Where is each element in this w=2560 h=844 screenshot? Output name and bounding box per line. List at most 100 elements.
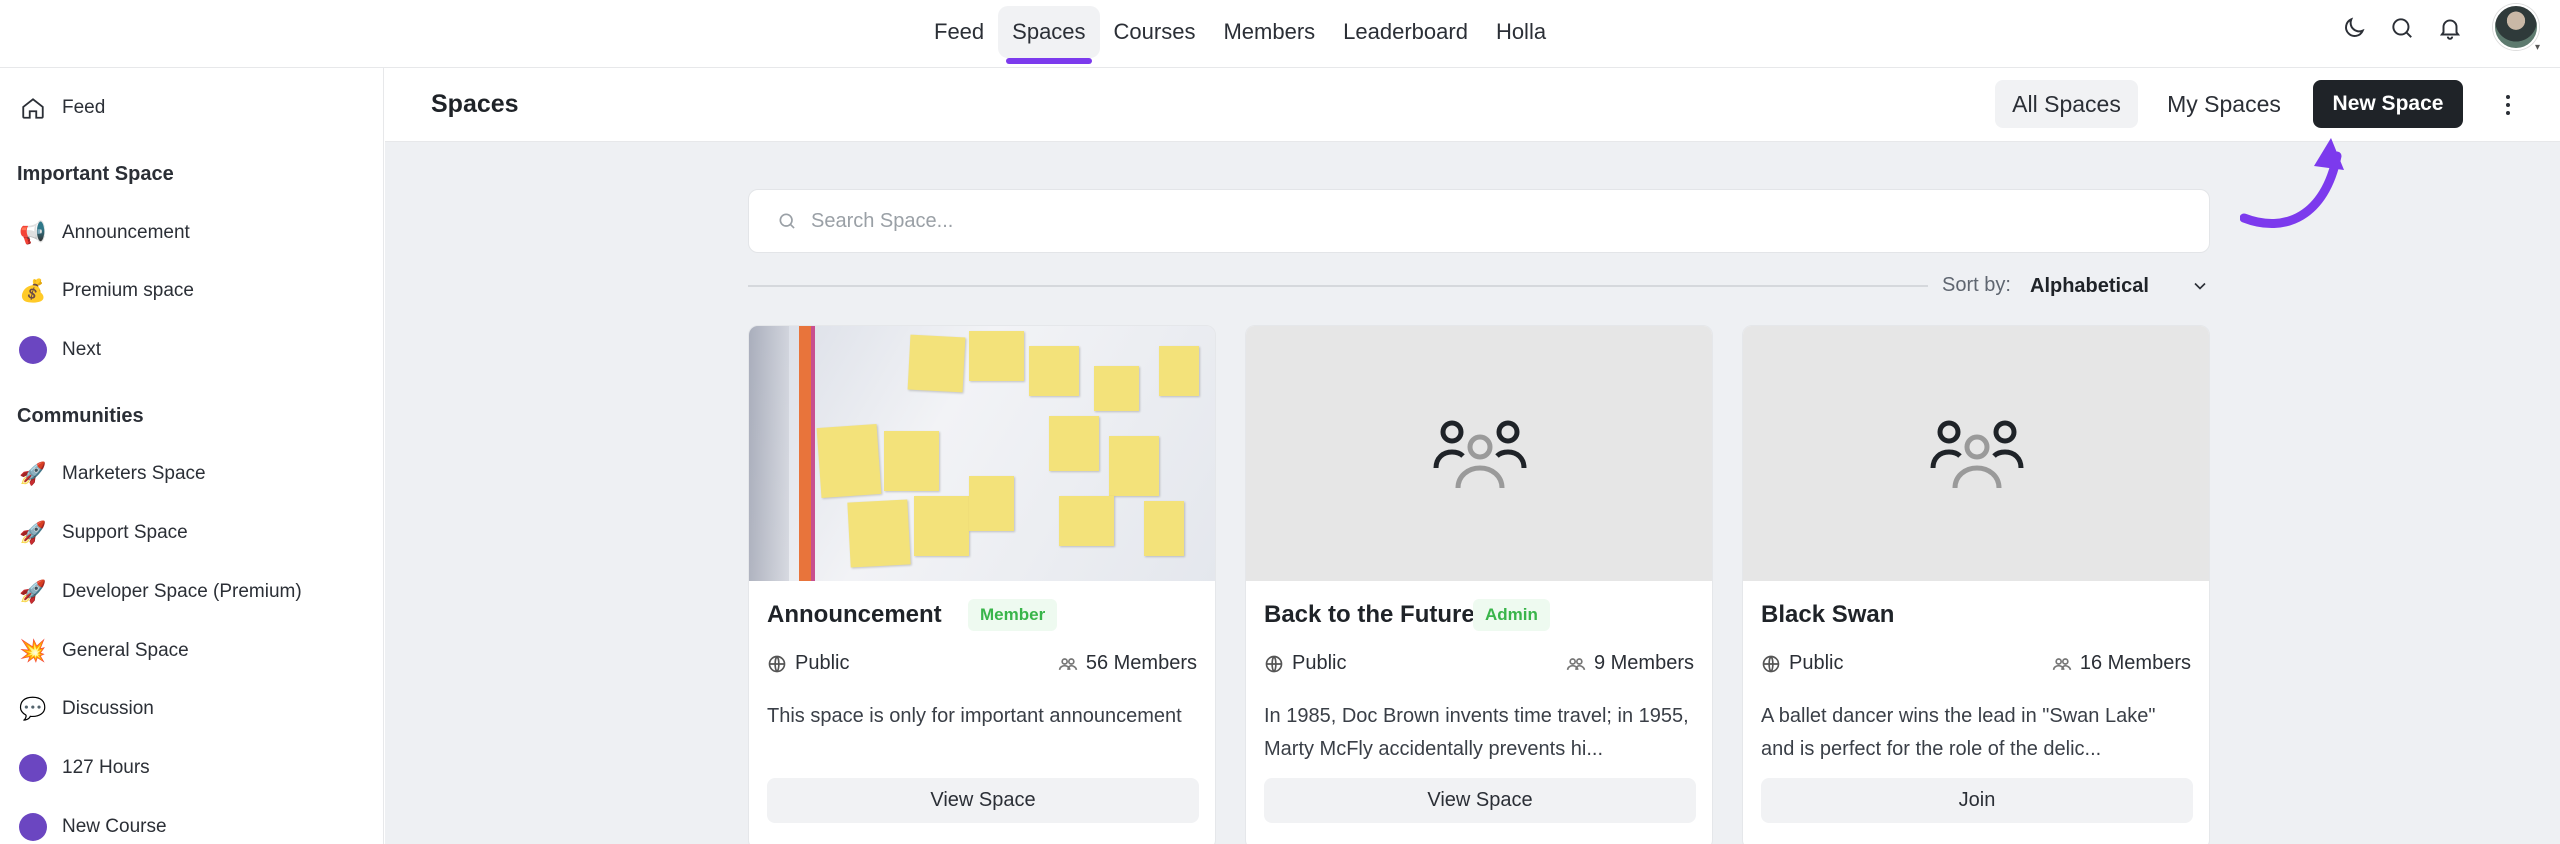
privacy-info: Public xyxy=(767,652,849,675)
view-space-button[interactable]: View Space xyxy=(1264,778,1696,823)
search-input[interactable] xyxy=(811,209,2111,233)
sidebar-item-premium-space[interactable]: 💰 Premium space xyxy=(18,271,194,311)
rocket-icon: 🚀 xyxy=(19,579,47,604)
nav-feed[interactable]: Feed xyxy=(920,6,998,58)
space-title[interactable]: Black Swan xyxy=(1761,601,1894,629)
sidebar-item-label: Marketers Space xyxy=(62,463,206,484)
home-icon xyxy=(18,93,48,123)
search-icon[interactable] xyxy=(2386,12,2418,44)
sidebar-item-label: Premium space xyxy=(62,280,194,301)
sidebar: Feed Important Space 📢 Announcement 💰 Pr… xyxy=(0,68,384,844)
sidebar-item-label: General Space xyxy=(62,640,189,661)
member-count-label: 9 Members xyxy=(1593,652,1694,674)
member-count: 16 Members xyxy=(2052,652,2191,675)
space-card: Black Swan Public 16 Members A ballet da… xyxy=(1742,325,2210,844)
sidebar-item-label: New Course xyxy=(62,816,167,837)
space-description: In 1985, Doc Brown invents time travel; … xyxy=(1264,705,1689,760)
sidebar-item-announcement[interactable]: 📢 Announcement xyxy=(18,213,190,253)
member-count: 9 Members xyxy=(1566,652,1694,675)
rocket-icon: 🚀 xyxy=(19,520,47,545)
space-title[interactable]: Announcement xyxy=(767,601,942,629)
sidebar-item-label: Next xyxy=(62,339,102,360)
purple-dot-icon xyxy=(18,812,48,842)
rocket-icon: 🚀 xyxy=(19,461,47,486)
speech-bubble-icon: 💬 xyxy=(19,696,47,721)
purple-dot-icon xyxy=(18,753,48,783)
view-space-button[interactable]: View Space xyxy=(767,778,1199,823)
main-nav: Feed Spaces Courses Members Leaderboard … xyxy=(920,0,1560,64)
nav-courses[interactable]: Courses xyxy=(1100,6,1210,58)
sort-value: Alphabetical xyxy=(2030,274,2149,297)
new-space-button[interactable]: New Space xyxy=(2313,80,2463,128)
curved-arrow-annotation xyxy=(2240,138,2344,229)
globe-icon xyxy=(1762,655,1780,672)
privacy-label: Public xyxy=(1789,652,1844,674)
sidebar-item-next[interactable]: Next xyxy=(18,330,101,370)
group-icon xyxy=(1930,420,2024,488)
space-description: A ballet dancer wins the lead in "Swan L… xyxy=(1761,705,2156,760)
divider xyxy=(748,285,1928,287)
dark-mode-moon-icon[interactable] xyxy=(2338,12,2370,44)
more-options-icon[interactable] xyxy=(2496,90,2520,120)
space-title[interactable]: Back to the Future xyxy=(1264,601,1475,629)
nav-spaces[interactable]: Spaces xyxy=(998,6,1100,64)
sidebar-item-developer-space[interactable]: 🚀 Developer Space (Premium) xyxy=(18,572,302,612)
top-navigation-bar: Feed Spaces Courses Members Leaderboard … xyxy=(0,0,2560,68)
nav-members[interactable]: Members xyxy=(1209,6,1329,58)
members-icon xyxy=(1058,657,1078,670)
sidebar-item-127-hours[interactable]: 127 Hours xyxy=(18,748,150,788)
sidebar-item-label: 127 Hours xyxy=(62,757,150,778)
member-count-label: 56 Members xyxy=(1085,652,1197,674)
sidebar-item-label: Support Space xyxy=(62,522,188,543)
sort-label: Sort by: xyxy=(1942,274,2011,296)
group-icon xyxy=(1433,420,1527,488)
privacy-info: Public xyxy=(1761,652,1843,675)
chevron-down-icon: ▾ xyxy=(2534,42,2540,53)
user-avatar[interactable] xyxy=(2493,4,2539,50)
sidebar-item-label: Discussion xyxy=(62,698,154,719)
money-bag-icon: 💰 xyxy=(19,278,47,303)
sidebar-item-label: Announcement xyxy=(62,222,190,243)
sidebar-item-feed[interactable]: Feed xyxy=(18,88,105,128)
notification-bell-icon[interactable] xyxy=(2434,12,2466,44)
privacy-info: Public xyxy=(1264,652,1346,675)
space-description: This space is only for important announc… xyxy=(767,705,1182,727)
privacy-label: Public xyxy=(795,652,850,674)
megaphone-icon: 📢 xyxy=(19,220,47,245)
globe-icon xyxy=(768,655,786,672)
space-cover-placeholder[interactable] xyxy=(1246,326,1712,581)
sidebar-item-label: Feed xyxy=(62,97,106,118)
all-spaces-tab[interactable]: All Spaces xyxy=(1995,80,2138,128)
nav-holla[interactable]: Holla xyxy=(1482,6,1560,58)
main-content: Spaces All Spaces My Spaces New Space So… xyxy=(385,68,2560,844)
members-icon xyxy=(2052,657,2072,670)
search-space-field[interactable] xyxy=(748,189,2210,253)
status-badge: Admin xyxy=(1473,599,1550,631)
sort-select[interactable]: Alphabetical xyxy=(2030,270,2210,302)
privacy-label: Public xyxy=(1292,652,1347,674)
member-count-label: 16 Members xyxy=(2079,652,2191,674)
search-icon xyxy=(779,213,795,229)
purple-dot-icon xyxy=(18,335,48,365)
status-badge: Member xyxy=(968,599,1058,631)
sidebar-section-title: Important Space xyxy=(17,163,174,185)
member-count: 56 Members xyxy=(1058,652,1197,675)
sidebar-item-label: Developer Space (Premium) xyxy=(62,581,302,602)
sidebar-item-support-space[interactable]: 🚀 Support Space xyxy=(18,513,188,553)
sidebar-item-marketers-space[interactable]: 🚀 Marketers Space xyxy=(18,454,206,494)
sidebar-item-new-course[interactable]: New Course xyxy=(18,807,167,844)
chevron-down-icon xyxy=(2194,282,2206,290)
join-button[interactable]: Join xyxy=(1761,778,2193,823)
space-cover-image[interactable] xyxy=(749,326,1215,581)
my-spaces-tab[interactable]: My Spaces xyxy=(2153,80,2295,128)
space-cover-placeholder[interactable] xyxy=(1743,326,2209,581)
page-title: Spaces xyxy=(431,90,519,118)
nav-leaderboard[interactable]: Leaderboard xyxy=(1329,6,1482,58)
globe-icon xyxy=(1265,655,1283,672)
explosion-icon: 💥 xyxy=(19,638,47,663)
sidebar-item-general-space[interactable]: 💥 General Space xyxy=(18,631,189,671)
space-card: Announcement Member Public 56 Members Th… xyxy=(748,325,1216,844)
spaces-header: Spaces All Spaces My Spaces New Space xyxy=(385,68,2560,142)
members-icon xyxy=(1566,657,1586,670)
sidebar-item-discussion[interactable]: 💬 Discussion xyxy=(18,689,154,729)
